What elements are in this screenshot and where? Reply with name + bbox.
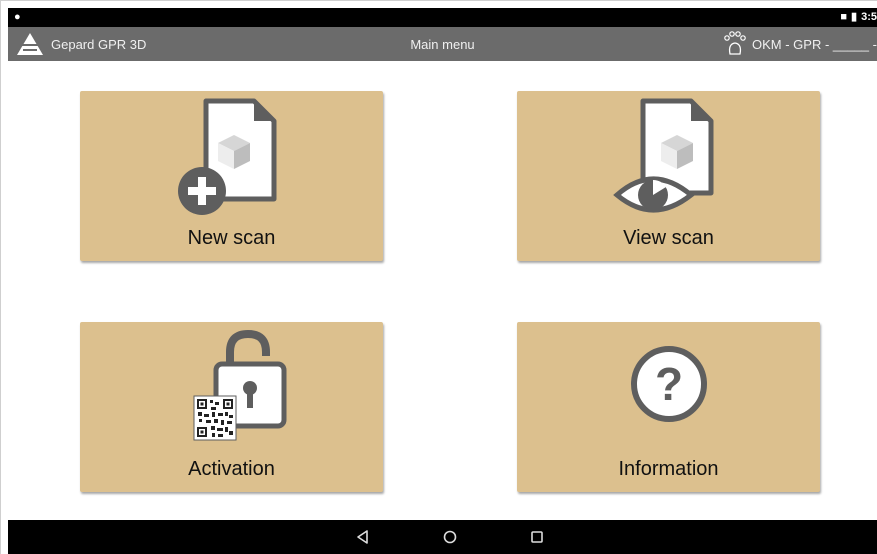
new-scan-button[interactable]: New scan <box>80 91 383 261</box>
view-scan-button[interactable]: View scan <box>517 91 820 261</box>
app-name: Gepard GPR 3D <box>51 37 147 52</box>
activation-button[interactable]: Activation <box>80 322 383 492</box>
system-nav-bar <box>8 520 877 554</box>
new-scan-label: New scan <box>187 227 276 249</box>
android-debug-icon: ● <box>14 11 21 23</box>
home-circle-icon[interactable] <box>440 527 460 547</box>
activation-label: Activation <box>188 458 275 480</box>
app-bar: Gepard GPR 3D Main menu OKM - GPR - ____… <box>8 27 877 61</box>
status-right-group: ■ ▮ 3:5 <box>836 11 877 23</box>
status-bar: ● ■ ▮ 3:5 <box>8 8 877 27</box>
status-time: 3:5 <box>861 11 877 23</box>
view-document-icon <box>612 98 713 213</box>
lock-icon: ■ <box>840 11 848 23</box>
paw-icon <box>724 31 746 55</box>
gepard-logo-icon[interactable] <box>16 31 44 57</box>
recents-square-icon[interactable] <box>527 527 547 547</box>
device-indicator[interactable]: OKM - GPR - _____ - <box>722 30 877 58</box>
unlock-qr-icon <box>193 329 286 441</box>
back-triangle-icon[interactable] <box>353 527 373 547</box>
information-label: Information <box>618 458 719 480</box>
view-scan-label: View scan <box>623 227 714 249</box>
device-label: OKM - GPR - _____ - <box>752 37 877 52</box>
main-menu: New scan View scan Activation ? Informat… <box>8 61 877 520</box>
svg-text:?: ? <box>654 358 682 410</box>
battery-icon: ▮ <box>851 11 858 23</box>
question-icon: ? <box>630 346 707 422</box>
new-document-icon <box>177 98 276 215</box>
information-button[interactable]: ? Information <box>517 322 820 492</box>
